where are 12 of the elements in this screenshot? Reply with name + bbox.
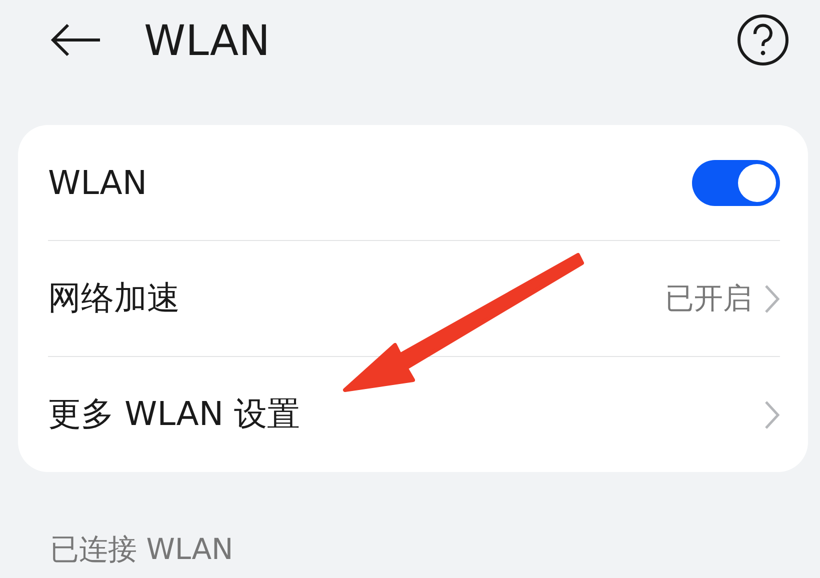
page-title: WLAN xyxy=(144,16,272,64)
setting-value: 已开启 xyxy=(665,280,752,316)
setting-label: 更多 WLAN 设置 xyxy=(48,393,302,435)
setting-label: WLAN xyxy=(48,163,148,202)
settings-row[interactable]: 更多 WLAN 设置 xyxy=(48,357,780,472)
setting-label: 网络加速 xyxy=(48,277,181,319)
back-icon[interactable] xyxy=(50,23,102,57)
section-header: 已连接 WLAN xyxy=(50,531,234,568)
chevron-icon xyxy=(764,284,780,314)
chevron-icon xyxy=(764,400,780,430)
help-icon[interactable] xyxy=(736,13,790,67)
toggle-switch[interactable] xyxy=(692,160,780,206)
